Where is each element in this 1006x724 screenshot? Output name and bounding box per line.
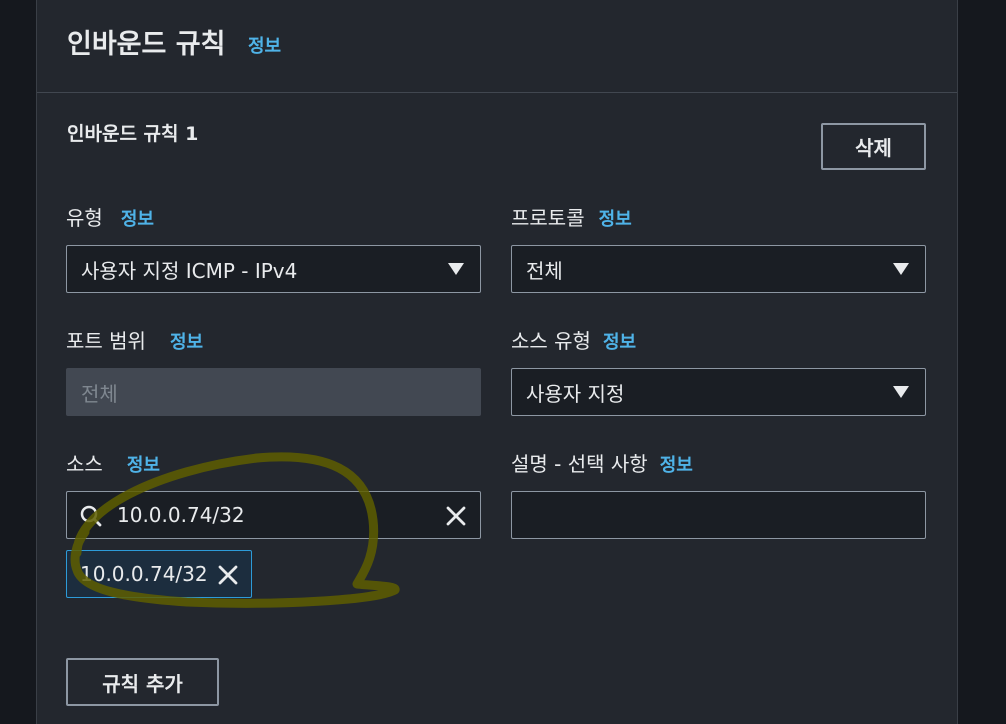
header-info-link[interactable]: 정보 [248, 32, 281, 58]
source-search-value: 10.0.0.74/32 [117, 503, 245, 527]
protocol-select-value: 전체 [526, 258, 563, 283]
port-range-info-link[interactable]: 정보 [170, 332, 203, 353]
add-rule-button[interactable]: 규칙 추가 [66, 658, 219, 706]
port-range-label-text: 포트 범위 [66, 329, 146, 353]
type-label-text: 유형 [66, 206, 103, 230]
type-label: 유형 정보 [66, 202, 154, 231]
type-select[interactable]: 사용자 지정 ICMP - IPv4 [66, 245, 481, 293]
caret-down-icon [448, 263, 464, 275]
panel-header: 인바운드 규칙 정보 [37, 0, 957, 93]
protocol-label: 프로토콜 정보 [511, 202, 632, 231]
source-type-select[interactable]: 사용자 지정 [511, 368, 926, 416]
search-icon [79, 504, 103, 533]
source-label-text: 소스 [66, 452, 103, 476]
port-range-placeholder: 전체 [81, 381, 118, 406]
inbound-rules-panel: 인바운드 규칙 정보 인바운드 규칙 1 삭제 유형 정보 사용자 지정 ICMP… [36, 0, 958, 724]
type-info-link[interactable]: 정보 [121, 209, 154, 230]
protocol-info-link[interactable]: 정보 [599, 209, 632, 230]
type-select-value: 사용자 지정 ICMP - IPv4 [81, 258, 298, 283]
caret-down-icon [893, 386, 909, 398]
port-range-input: 전체 [66, 368, 481, 416]
port-range-label: 포트 범위 정보 [66, 325, 203, 354]
source-label: 소스 정보 [66, 448, 160, 477]
source-token-label: 10.0.0.74/32 [80, 562, 208, 586]
protocol-label-text: 프로토콜 [511, 206, 585, 230]
description-input[interactable] [511, 491, 926, 539]
caret-down-icon [893, 263, 909, 275]
source-type-label: 소스 유형 정보 [511, 325, 636, 354]
description-label: 설명 - 선택 사항 정보 [511, 448, 693, 477]
rule-title: 인바운드 규칙 1 [67, 123, 199, 145]
protocol-select[interactable]: 전체 [511, 245, 926, 293]
source-token: 10.0.0.74/32 [66, 550, 252, 598]
highlight-annotation [70, 452, 400, 608]
source-type-label-text: 소스 유형 [511, 329, 591, 353]
source-type-select-value: 사용자 지정 [526, 381, 625, 406]
source-type-info-link[interactable]: 정보 [603, 332, 636, 353]
delete-button[interactable]: 삭제 [821, 123, 926, 170]
page-title: 인바운드 규칙 [67, 29, 226, 60]
source-search-input[interactable]: 10.0.0.74/32 [66, 491, 481, 539]
description-info-link[interactable]: 정보 [660, 455, 693, 476]
close-icon[interactable] [216, 563, 240, 592]
description-label-text: 설명 - 선택 사항 [511, 452, 648, 476]
source-info-link[interactable]: 정보 [127, 455, 160, 476]
clear-icon[interactable] [444, 504, 468, 533]
